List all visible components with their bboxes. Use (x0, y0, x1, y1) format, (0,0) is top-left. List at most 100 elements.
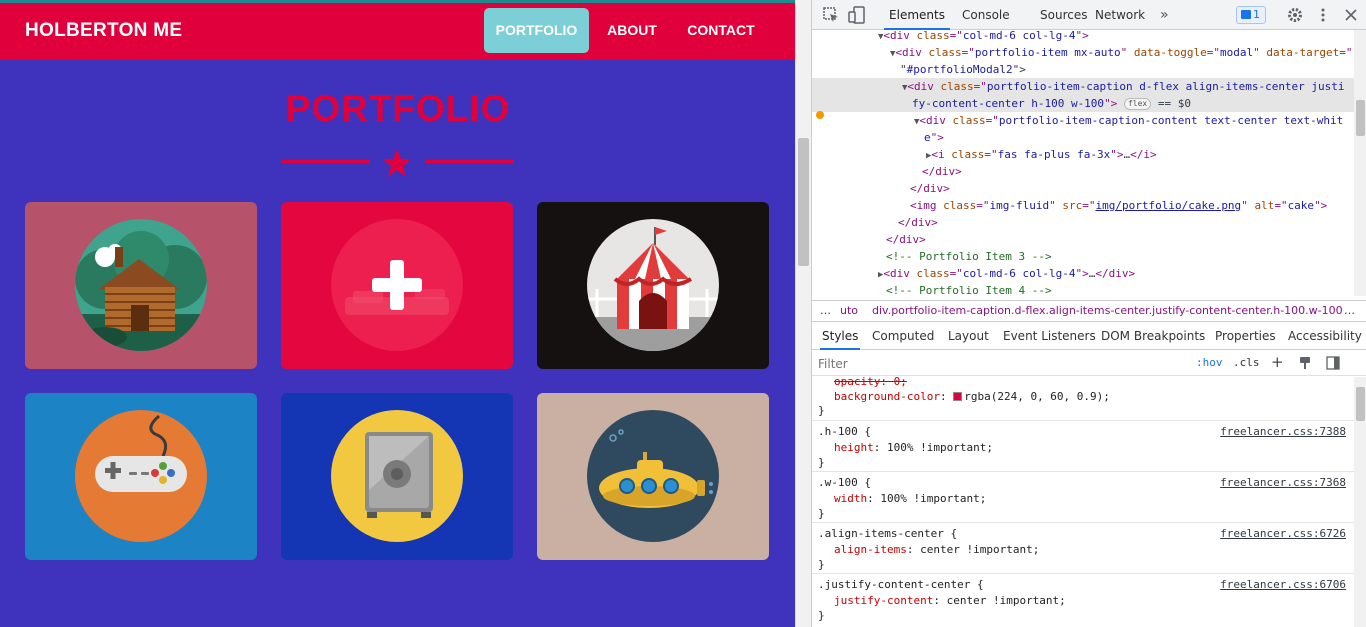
rule-divider (812, 522, 1354, 523)
dom-node[interactable]: ▶<div class="col-md-6 col-lg-4">…</div> (812, 265, 1354, 282)
dom-close-tag[interactable]: </div> (812, 231, 1354, 248)
close-icon[interactable] (1342, 6, 1360, 24)
tab-accessibility[interactable]: Accessibility (1288, 323, 1362, 350)
css-declaration[interactable]: height: 100% !important; (834, 439, 993, 456)
class-toggle[interactable]: .cls (1233, 356, 1260, 369)
css-selector[interactable]: .align-items-center { (818, 525, 957, 542)
styles-scrollbar[interactable] (1354, 377, 1366, 627)
dom-node[interactable]: ▼<div class="portfolio-item-caption-cont… (812, 112, 1354, 129)
css-source-link[interactable]: freelancer.css:6726 (1220, 525, 1346, 542)
tab-event-listeners[interactable]: Event Listeners (1003, 323, 1096, 350)
breadcrumb-item-selected[interactable]: div.portfolio-item-caption.d-flex.align-… (872, 301, 1343, 321)
dom-close-tag[interactable]: </div> (812, 163, 1354, 180)
portfolio-item-game[interactable] (25, 393, 257, 560)
new-style-rule-button[interactable]: + (1271, 353, 1284, 371)
nav-link-contact[interactable]: CONTACT (676, 8, 766, 53)
plus-icon (372, 260, 422, 310)
dom-close-tag[interactable]: </div> (812, 214, 1354, 231)
navbar: HOLBERTON ME PORTFOLIO ABOUT CONTACT (0, 3, 795, 60)
css-rule-close: } (818, 404, 825, 417)
issue-dot-icon (816, 111, 824, 119)
sidebar-toggle-icon[interactable] (1326, 356, 1340, 370)
hover-state-toggle[interactable]: :hov (1196, 356, 1223, 369)
css-declaration[interactable]: background-color: rgba(224, 0, 60, 0.9); (834, 388, 1110, 405)
tab-properties[interactable]: Properties (1215, 323, 1276, 350)
styles-filter-input[interactable] (818, 354, 1186, 373)
gear-icon[interactable] (1286, 6, 1304, 24)
tab-network[interactable]: Network (1095, 0, 1145, 30)
issues-badge[interactable]: 1 (1236, 6, 1266, 24)
message-icon (1241, 10, 1251, 19)
css-selector[interactable]: .justify-content-center { (818, 576, 984, 593)
nav-link-about[interactable]: ABOUT (596, 8, 668, 53)
portfolio-item-submarine[interactable] (537, 393, 769, 560)
circus-tent-icon (587, 219, 719, 351)
expanded-triangle-icon[interactable]: ▼ (902, 83, 907, 93)
paint-brush-icon[interactable] (1298, 356, 1312, 370)
tab-elements[interactable]: Elements (884, 0, 950, 30)
color-swatch[interactable] (953, 392, 963, 401)
page-scrollbar-thumb[interactable] (798, 138, 809, 266)
tab-layout[interactable]: Layout (948, 323, 989, 350)
css-selector[interactable]: .w-100 { (818, 474, 871, 491)
css-source-link[interactable]: freelancer.css:6706 (1220, 576, 1346, 593)
devtools-toolbar: Elements Console Sources Network » 1 (812, 0, 1366, 30)
expanded-triangle-icon[interactable]: ▼ (878, 32, 883, 42)
divider-line-left (281, 160, 370, 163)
issues-count: 1 (1253, 8, 1260, 21)
dom-scrollbar[interactable] (1354, 30, 1366, 296)
dom-node[interactable]: ▼<div class="portfolio-item mx-auto" dat… (812, 44, 1354, 61)
collapsed-triangle-icon[interactable]: ▶ (878, 270, 883, 280)
styles-scrollbar-thumb[interactable] (1356, 387, 1365, 421)
dom-node[interactable]: ▶<i class="fas fa-plus fa-3x">…</i> (812, 146, 1354, 163)
device-toolbar-icon[interactable] (848, 6, 866, 24)
dom-close-tag[interactable]: </div> (812, 180, 1354, 197)
styles-filter-bar: :hov .cls + (812, 351, 1366, 376)
expanded-triangle-icon[interactable]: ▼ (914, 117, 919, 127)
css-declaration[interactable]: justify-content: center !important; (834, 592, 1066, 609)
dom-scrollbar-thumb[interactable] (1356, 100, 1365, 136)
star-icon (382, 149, 412, 177)
breadcrumb-item[interactable]: uto (840, 301, 858, 321)
css-declaration[interactable]: width: 100% !important; (834, 490, 986, 507)
flex-badge[interactable]: flex (1123, 98, 1152, 110)
tab-computed[interactable]: Computed (872, 323, 934, 350)
nav-link-portfolio[interactable]: PORTFOLIO (484, 8, 589, 53)
css-declaration[interactable]: align-items: center !important; (834, 541, 1039, 558)
dom-node-wrap[interactable]: e"> (812, 129, 1354, 146)
submarine-icon (587, 410, 719, 542)
style-rules-pane: opacity: 0; background-color: rgba(224, … (812, 377, 1354, 627)
rule-divider (812, 471, 1354, 472)
collapsed-triangle-icon[interactable]: ▶ (926, 151, 931, 161)
kebab-menu-icon[interactable] (1314, 6, 1332, 24)
selected-dom-node-wrap[interactable]: fy-content-center h-100 w-100"> flex == … (812, 95, 1354, 112)
inspect-element-icon[interactable] (822, 6, 840, 24)
tab-console[interactable]: Console (962, 0, 1010, 30)
portfolio-item-safe[interactable] (281, 393, 513, 560)
dom-comment[interactable]: <!-- Portfolio Item 3 --> (812, 248, 1354, 265)
image-src-link[interactable]: img/portfolio/cake.png (1095, 199, 1241, 212)
portfolio-item-cake[interactable] (281, 202, 513, 369)
css-source-link[interactable]: freelancer.css:7368 (1220, 474, 1346, 491)
tab-styles[interactable]: Styles (820, 323, 861, 350)
selected-dom-node[interactable]: ▼<div class="portfolio-item-caption d-fl… (812, 78, 1354, 95)
dom-node[interactable]: <img class="img-fluid" src="img/portfoli… (812, 197, 1354, 214)
css-source-link[interactable]: freelancer.css:7388 (1220, 423, 1346, 440)
game-controller-icon (75, 410, 207, 542)
more-tabs-button[interactable]: » (1160, 0, 1169, 30)
divider-line-right (425, 160, 514, 163)
safe-icon (331, 410, 463, 542)
expanded-triangle-icon[interactable]: ▼ (890, 49, 895, 59)
portfolio-item-cabin[interactable] (25, 202, 257, 369)
breadcrumb-overflow-right[interactable]: … (1344, 301, 1355, 321)
dom-comment[interactable]: <!-- Portfolio Item 4 --> (812, 282, 1354, 296)
tab-dom-breakpoints[interactable]: DOM Breakpoints (1101, 323, 1205, 350)
tab-sources[interactable]: Sources (1040, 0, 1087, 30)
dom-node-wrap[interactable]: "#portfolioModal2"> (812, 61, 1354, 78)
brand-logo[interactable]: HOLBERTON ME (25, 20, 182, 42)
dom-node[interactable]: ▼<div class="col-md-6 col-lg-4"> (812, 30, 1354, 44)
page-scrollbar[interactable] (795, 0, 811, 627)
breadcrumb-overflow[interactable]: … (820, 301, 831, 321)
portfolio-item-circus[interactable] (537, 202, 769, 369)
css-selector[interactable]: .h-100 { (818, 423, 871, 440)
